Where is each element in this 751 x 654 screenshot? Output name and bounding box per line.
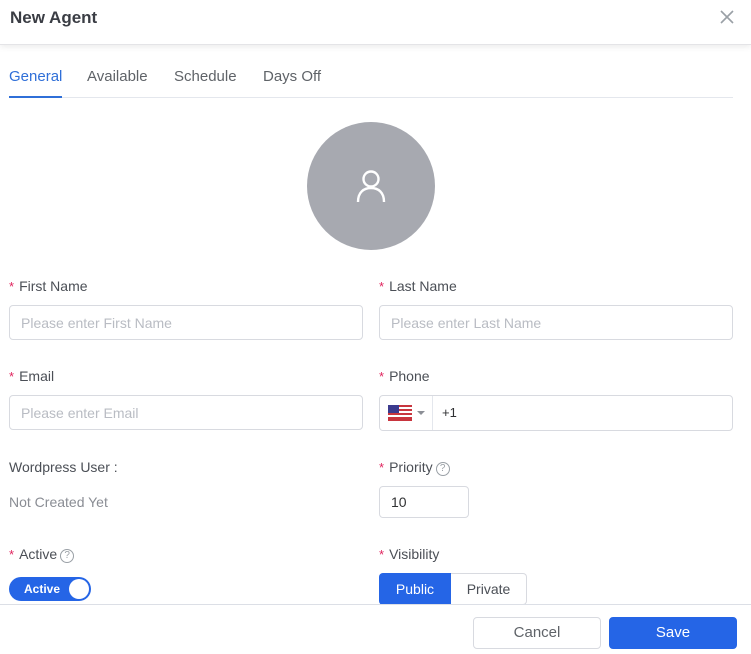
- tab-days-off[interactable]: Days Off: [263, 68, 321, 98]
- toggle-knob: [69, 579, 89, 599]
- dialog-header: New Agent: [0, 0, 751, 45]
- close-icon: [720, 10, 734, 24]
- chevron-down-icon: [417, 411, 425, 415]
- cancel-button[interactable]: Cancel: [473, 617, 601, 649]
- first-name-input[interactable]: [9, 305, 363, 340]
- wordpress-user-label: Wordpress User :: [9, 459, 118, 475]
- tab-available[interactable]: Available: [87, 68, 148, 98]
- close-button[interactable]: [719, 9, 735, 25]
- active-label-text: Active: [19, 546, 58, 562]
- phone-field: +1: [379, 395, 733, 431]
- dialog-footer: Cancel Save: [0, 604, 751, 654]
- email-label: * Email: [9, 368, 54, 384]
- required-marker: *: [379, 547, 385, 562]
- phone-label: * Phone: [379, 368, 430, 384]
- visibility-label-text: Visibility: [389, 546, 440, 562]
- required-marker: *: [379, 369, 385, 384]
- visibility-public-option[interactable]: Public: [379, 573, 451, 605]
- user-icon: [356, 170, 386, 203]
- required-marker: *: [9, 547, 15, 562]
- required-marker: *: [379, 279, 385, 294]
- priority-input[interactable]: [379, 486, 469, 518]
- tab-schedule[interactable]: Schedule: [174, 68, 237, 98]
- active-label: * Active?: [9, 546, 75, 563]
- phone-input[interactable]: +1: [442, 405, 457, 420]
- avatar-upload[interactable]: [307, 122, 435, 250]
- tab-bar: General Available Schedule Days Off: [9, 62, 733, 98]
- save-button[interactable]: Save: [609, 617, 737, 649]
- priority-label-text: Priority: [389, 459, 433, 475]
- email-label-text: Email: [19, 368, 55, 384]
- toggle-label: Active: [24, 582, 61, 596]
- first-name-label-text: First Name: [19, 278, 88, 294]
- visibility-label: * Visibility: [379, 546, 439, 562]
- help-icon[interactable]: ?: [435, 462, 450, 476]
- last-name-input[interactable]: [379, 305, 733, 340]
- help-icon[interactable]: ?: [60, 549, 75, 563]
- required-marker: *: [9, 369, 15, 384]
- dialog-title: New Agent: [10, 8, 98, 27]
- priority-label: * Priority?: [379, 459, 450, 476]
- country-selector[interactable]: [380, 396, 433, 430]
- phone-label-text: Phone: [389, 368, 430, 384]
- last-name-label: * Last Name: [379, 278, 457, 294]
- first-name-label: * First Name: [9, 278, 88, 294]
- visibility-private-option[interactable]: Private: [451, 573, 527, 605]
- required-marker: *: [379, 460, 385, 475]
- us-flag-icon: [388, 405, 412, 421]
- wordpress-user-value: Not Created Yet: [9, 494, 108, 510]
- active-toggle[interactable]: Active: [9, 577, 91, 601]
- required-marker: *: [9, 279, 15, 294]
- tab-general[interactable]: General: [9, 68, 63, 98]
- last-name-label-text: Last Name: [389, 278, 457, 294]
- email-input[interactable]: [9, 395, 363, 430]
